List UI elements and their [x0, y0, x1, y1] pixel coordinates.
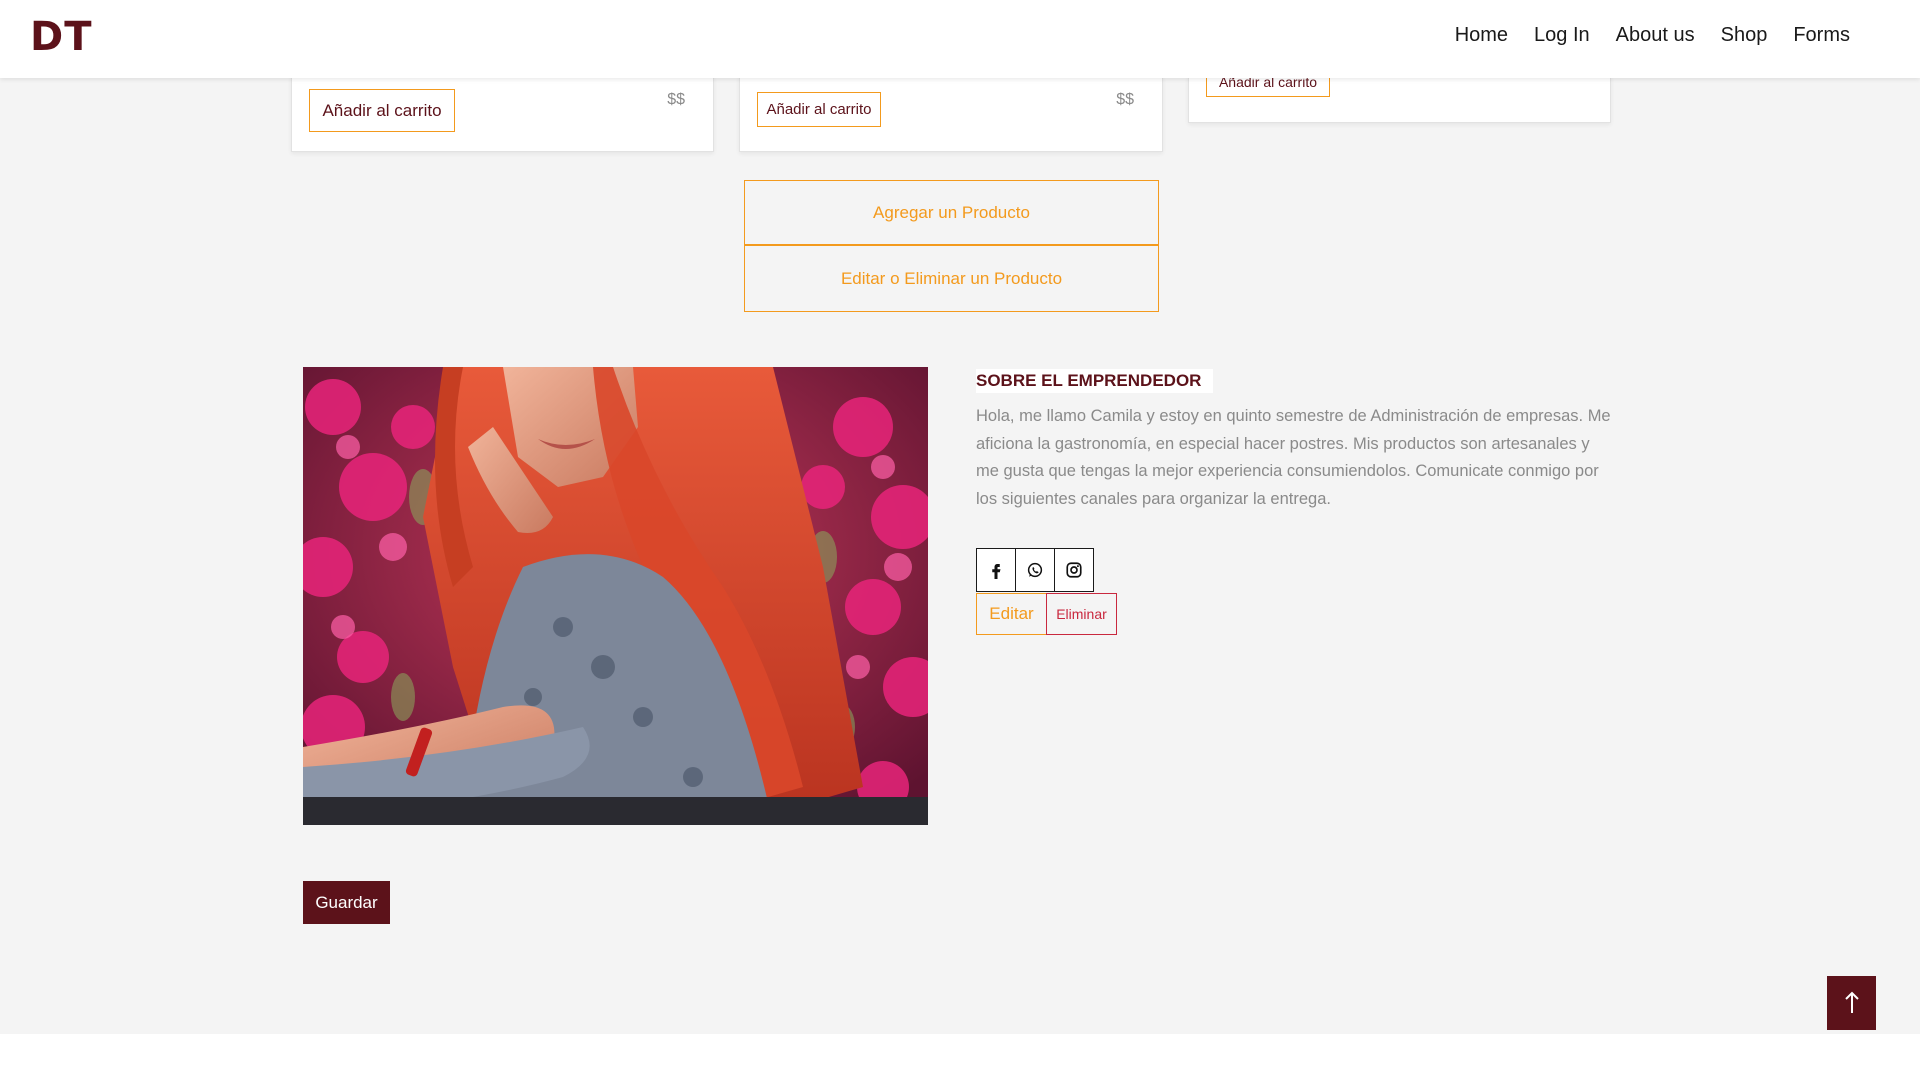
entrepreneur-photo [303, 367, 928, 825]
social-links [976, 548, 1094, 592]
back-to-top-button[interactable] [1827, 976, 1876, 1030]
nav-about[interactable]: About us [1616, 24, 1695, 47]
whatsapp-button[interactable] [1015, 548, 1055, 592]
facebook-button[interactable] [976, 548, 1016, 592]
product-price: $$ [667, 91, 685, 108]
nav-shop[interactable]: Shop [1721, 24, 1768, 47]
brand-logo[interactable]: DT [30, 14, 93, 60]
edit-delete-product-button[interactable]: Editar o Eliminar un Producto [744, 246, 1159, 312]
save-button[interactable]: Guardar [303, 881, 390, 924]
arrow-up-icon [1844, 991, 1859, 1013]
about-description: Hola, me llamo Camila y estoy en quinto … [976, 407, 1611, 508]
delete-about-button[interactable]: Eliminar [1046, 593, 1117, 635]
nav-login[interactable]: Log In [1534, 24, 1590, 47]
main-nav: Home Log In About us Shop Forms [1455, 24, 1850, 47]
instagram-button[interactable] [1054, 548, 1094, 592]
page-background [0, 0, 1920, 1034]
instagram-icon [1066, 562, 1082, 578]
about-actions: Editar Eliminar [976, 593, 1117, 635]
edit-about-button[interactable]: Editar [976, 593, 1047, 635]
whatsapp-icon [1027, 562, 1043, 578]
nav-forms[interactable]: Forms [1793, 24, 1850, 47]
about-title: SOBRE EL EMPRENDEDOR [976, 369, 1214, 393]
product-admin-actions: Agregar un Producto Editar o Eliminar un… [744, 180, 1159, 312]
navbar: DT Home Log In About us Shop Forms [0, 0, 1920, 78]
product-price: $$ [1116, 91, 1134, 108]
add-to-cart-button[interactable]: Añadir al carrito [757, 92, 881, 127]
add-product-button[interactable]: Agregar un Producto [744, 180, 1159, 246]
nav-home[interactable]: Home [1455, 24, 1508, 47]
facebook-icon [992, 564, 1001, 579]
add-to-cart-button[interactable]: Añadir al carrito [309, 89, 455, 132]
